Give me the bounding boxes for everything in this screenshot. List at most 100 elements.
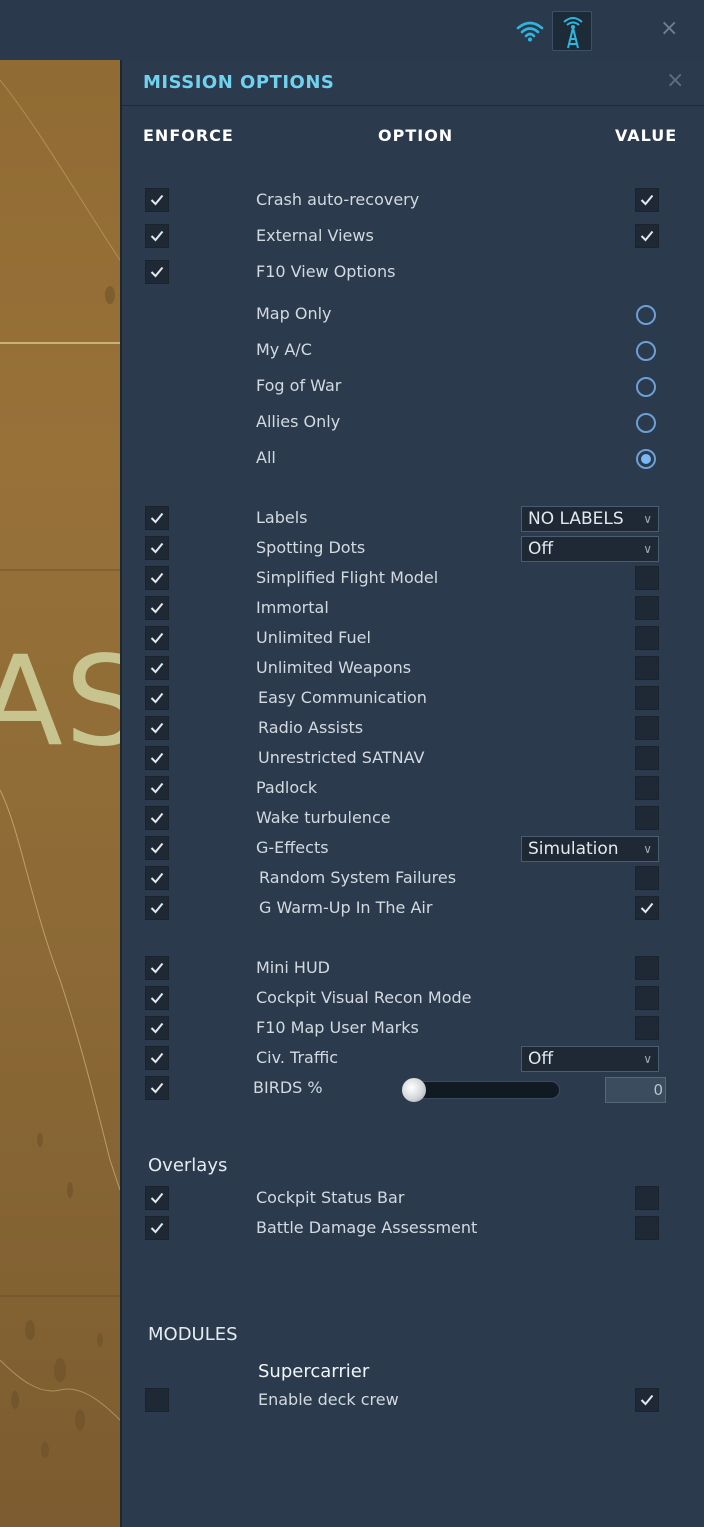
option-row-crash: Crash auto-recovery <box>122 188 704 214</box>
option-row-enable-deck-crew: Enable deck crew <box>122 1388 704 1414</box>
radio-button[interactable] <box>636 449 656 469</box>
enforce-checkbox-easy-communication[interactable] <box>145 686 169 710</box>
option-row-battle-damage-assessment: Battle Damage Assessment <box>122 1216 704 1242</box>
option-label-labels: Labels <box>256 508 308 527</box>
value-select-text-civ-traffic: Off <box>528 1049 554 1069</box>
option-label-g-warmup: G Warm-Up In The Air <box>259 898 433 917</box>
mission-options-panel: MISSION OPTIONS × ENFORCE OPTION VALUE C… <box>120 60 704 1527</box>
enforce-checkbox-crash[interactable] <box>145 188 169 212</box>
option-row-g-effects: G-Effects Simulation ∨ <box>122 836 704 862</box>
value-checkbox-unlimited-weapons[interactable] <box>635 656 659 680</box>
value-select-text-spotting-dots: Off <box>528 539 554 559</box>
value-checkbox-mini-hud[interactable] <box>635 956 659 980</box>
panel-title: MISSION OPTIONS <box>143 72 335 93</box>
enforce-checkbox-g-effects[interactable] <box>145 836 169 860</box>
value-checkbox-g-warmup[interactable] <box>635 896 659 920</box>
option-label-g-effects: G-Effects <box>256 838 329 857</box>
radio-button[interactable] <box>636 341 656 361</box>
option-label-unrestricted-satnav: Unrestricted SATNAV <box>258 748 425 767</box>
enforce-checkbox-f10-user-marks[interactable] <box>145 1016 169 1040</box>
radio-button[interactable] <box>636 305 656 325</box>
enforce-checkbox-radio-assists[interactable] <box>145 716 169 740</box>
enforce-checkbox-g-warmup[interactable] <box>145 896 169 920</box>
value-select-civ-traffic[interactable]: Off ∨ <box>521 1046 659 1072</box>
enforce-checkbox-unlimited-weapons[interactable] <box>145 656 169 680</box>
check-icon <box>640 1394 654 1406</box>
value-checkbox-visual-recon[interactable] <box>635 986 659 1010</box>
check-icon <box>150 782 164 794</box>
enforce-checkbox-random-failures[interactable] <box>145 866 169 890</box>
map-background[interactable]: AS <box>0 0 120 1527</box>
enforce-checkbox-mini-hud[interactable] <box>145 956 169 980</box>
enforce-checkbox-civ-traffic[interactable] <box>145 1046 169 1070</box>
check-icon <box>150 1192 164 1204</box>
column-header-enforce: ENFORCE <box>143 126 234 145</box>
enforce-checkbox-f10-view[interactable] <box>145 260 169 284</box>
enforce-checkbox-enable-deck-crew[interactable] <box>145 1388 169 1412</box>
birds-value-input[interactable]: 0 <box>605 1077 666 1103</box>
option-label-simplified-flight-model: Simplified Flight Model <box>256 568 439 587</box>
value-checkbox-cockpit-status-bar[interactable] <box>635 1186 659 1210</box>
option-row-unrestricted-satnav: Unrestricted SATNAV <box>122 746 704 772</box>
value-checkbox-battle-damage-assessment[interactable] <box>635 1216 659 1240</box>
option-row-wake-turbulence: Wake turbulence <box>122 806 704 832</box>
enforce-checkbox-battle-damage-assessment[interactable] <box>145 1216 169 1240</box>
radio-tower-icon <box>563 17 583 49</box>
enforce-checkbox-cockpit-status-bar[interactable] <box>145 1186 169 1210</box>
radio-button[interactable] <box>636 377 656 397</box>
value-checkbox-easy-communication[interactable] <box>635 686 659 710</box>
option-label-mini-hud: Mini HUD <box>256 958 330 977</box>
enforce-checkbox-external-views[interactable] <box>145 224 169 248</box>
enforce-checkbox-immortal[interactable] <box>145 596 169 620</box>
value-checkbox-padlock[interactable] <box>635 776 659 800</box>
chevron-down-icon: ∨ <box>643 512 652 526</box>
value-checkbox-f10-user-marks[interactable] <box>635 1016 659 1040</box>
enforce-checkbox-padlock[interactable] <box>145 776 169 800</box>
option-row-spotting-dots: Spotting Dots Off ∨ <box>122 536 704 562</box>
check-icon <box>150 992 164 1004</box>
enforce-checkbox-wake-turbulence[interactable] <box>145 806 169 830</box>
radio-row-allies-only: Allies Only <box>122 410 704 436</box>
value-checkbox-radio-assists[interactable] <box>635 716 659 740</box>
enforce-checkbox-unrestricted-satnav[interactable] <box>145 746 169 770</box>
value-select-labels[interactable]: NO LABELS ∨ <box>521 506 659 532</box>
value-select-spotting-dots[interactable]: Off ∨ <box>521 536 659 562</box>
radio-label: All <box>256 448 276 467</box>
value-checkbox-wake-turbulence[interactable] <box>635 806 659 830</box>
enforce-checkbox-visual-recon[interactable] <box>145 986 169 1010</box>
option-row-unlimited-fuel: Unlimited Fuel <box>122 626 704 652</box>
option-row-g-warmup: G Warm-Up In The Air <box>122 896 704 922</box>
check-icon <box>150 812 164 824</box>
enforce-checkbox-spotting-dots[interactable] <box>145 536 169 560</box>
value-checkbox-random-failures[interactable] <box>635 866 659 890</box>
value-checkbox-external-views[interactable] <box>635 224 659 248</box>
value-select-g-effects[interactable]: Simulation ∨ <box>521 836 659 862</box>
birds-slider-handle[interactable] <box>402 1078 426 1102</box>
panel-close-icon[interactable]: × <box>666 70 684 92</box>
value-checkbox-crash[interactable] <box>635 188 659 212</box>
overlays-section-title: Overlays <box>148 1155 228 1176</box>
option-label-easy-communication: Easy Communication <box>258 688 427 707</box>
check-icon <box>150 632 164 644</box>
option-label-birds: BIRDS % <box>253 1078 323 1097</box>
enforce-checkbox-unlimited-fuel[interactable] <box>145 626 169 650</box>
value-checkbox-simplified-flight-model[interactable] <box>635 566 659 590</box>
radio-button[interactable] <box>636 413 656 433</box>
birds-slider-track[interactable] <box>404 1081 560 1099</box>
wifi-icon[interactable] <box>516 19 544 43</box>
value-checkbox-immortal[interactable] <box>635 596 659 620</box>
value-select-text-labels: NO LABELS <box>528 509 624 529</box>
value-checkbox-unrestricted-satnav[interactable] <box>635 746 659 770</box>
enforce-checkbox-simplified-flight-model[interactable] <box>145 566 169 590</box>
option-label-enable-deck-crew: Enable deck crew <box>258 1390 399 1409</box>
value-checkbox-enable-deck-crew[interactable] <box>635 1388 659 1412</box>
check-icon <box>150 194 164 206</box>
option-label-spotting-dots: Spotting Dots <box>256 538 366 557</box>
enforce-checkbox-labels[interactable] <box>145 506 169 530</box>
option-label-external-views: External Views <box>256 226 374 245</box>
radio-tower-button[interactable] <box>552 11 592 51</box>
option-label-crash: Crash auto-recovery <box>256 190 420 209</box>
top-close-icon[interactable]: × <box>660 18 678 40</box>
value-checkbox-unlimited-fuel[interactable] <box>635 626 659 650</box>
enforce-checkbox-birds[interactable] <box>145 1076 169 1100</box>
